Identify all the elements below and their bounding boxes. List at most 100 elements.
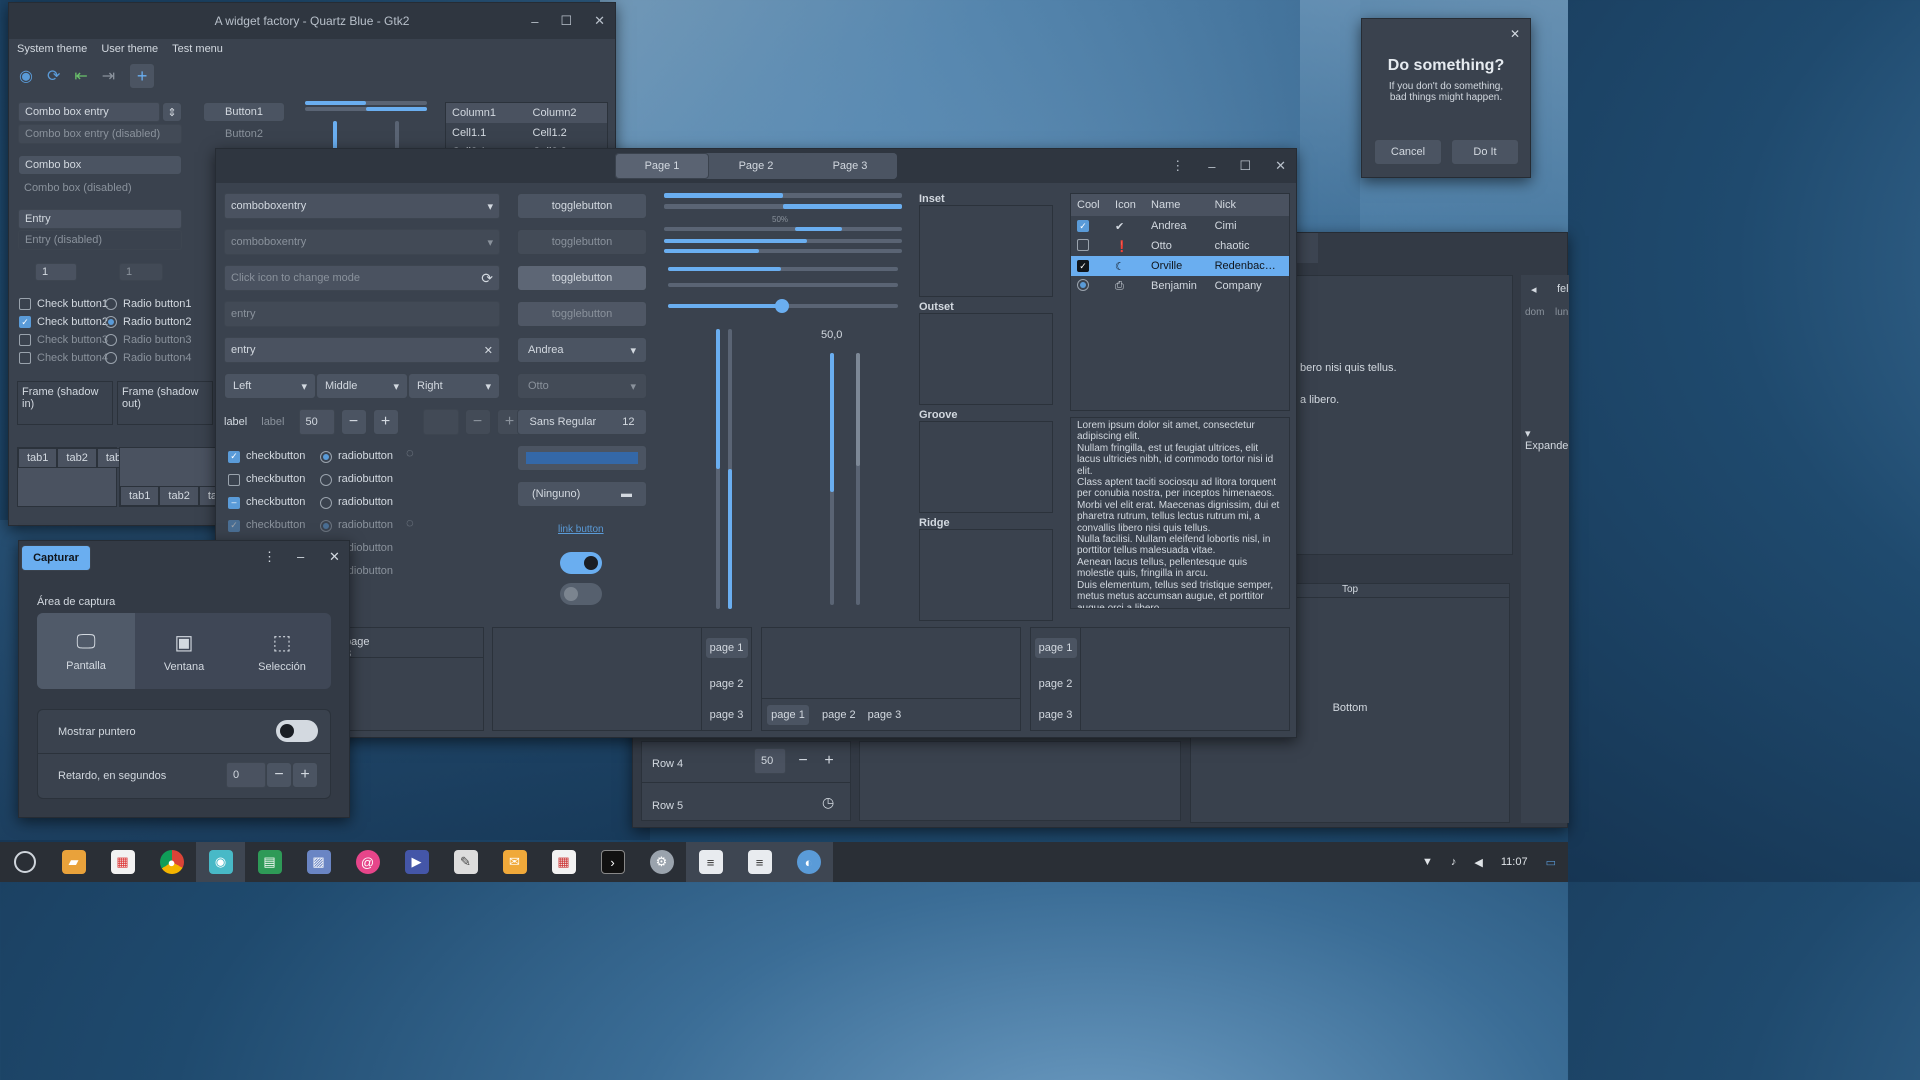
vscale[interactable] — [395, 121, 399, 151]
delay-spin[interactable]: 0 — [226, 762, 266, 788]
radio[interactable] — [105, 298, 117, 310]
combo-box-entry[interactable]: Combo box entry — [18, 102, 160, 122]
spin-button[interactable]: 50 — [298, 409, 335, 435]
close-icon[interactable]: ✕ — [329, 549, 340, 565]
goto-first-icon[interactable]: ⇤ — [74, 66, 87, 86]
pointer-switch[interactable] — [276, 720, 318, 742]
do-it-button[interactable]: Do It — [1451, 139, 1519, 165]
checkbox[interactable] — [228, 473, 240, 486]
hscale[interactable] — [305, 107, 427, 111]
combo-middle[interactable]: Middle — [325, 380, 357, 392]
vscale[interactable] — [728, 329, 732, 609]
checkbox[interactable] — [19, 298, 31, 310]
column-header[interactable]: Nick — [1209, 194, 1289, 216]
wifi-icon[interactable]: ▼ — [1422, 856, 1433, 868]
entry[interactable]: Entry — [18, 209, 182, 229]
switch-on[interactable] — [560, 552, 602, 574]
close-icon[interactable]: ✕ — [594, 13, 605, 29]
page-1-tab[interactable]: Page 1 — [615, 153, 709, 179]
add-icon[interactable]: + — [129, 63, 156, 89]
comboboxentry[interactable]: comboboxentry ▾ — [224, 193, 500, 219]
togglebutton-active[interactable]: togglebutton — [517, 265, 647, 291]
tab-page-1[interactable]: page 1 — [766, 703, 810, 726]
hscale[interactable] — [305, 101, 427, 105]
clear-icon[interactable]: ✕ — [484, 344, 493, 357]
refresh-icon[interactable]: ⟳ — [481, 270, 493, 287]
mode-selection[interactable]: ⬚ Selección — [233, 613, 331, 689]
page-2-tab[interactable]: Page 2 — [709, 153, 803, 179]
mail-icon[interactable]: ✉ — [490, 842, 539, 882]
capture-button[interactable]: Capturar — [21, 545, 91, 571]
calendar-icon[interactable]: ▦ — [539, 842, 588, 882]
spreadsheet-icon[interactable]: ▤ — [245, 842, 294, 882]
table-row[interactable]: ⎙ Benjamin Company — [1071, 276, 1289, 296]
goto-last-icon[interactable]: ⇥ — [102, 66, 115, 86]
vscale[interactable] — [333, 121, 337, 151]
togglebutton[interactable]: togglebutton — [517, 193, 647, 219]
checkbox-checked[interactable]: ✓ — [1077, 260, 1089, 273]
color-button[interactable] — [517, 445, 647, 471]
minimize-icon[interactable]: – — [297, 549, 304, 564]
menu-icon[interactable]: ⋮ — [263, 549, 276, 565]
video-icon[interactable]: ▶ — [392, 842, 441, 882]
tab-page-3[interactable]: page 3 — [1039, 709, 1073, 721]
text-editor-icon[interactable]: ✎ — [441, 842, 490, 882]
combo-box[interactable]: Combo box — [18, 155, 182, 175]
menu-icon[interactable]: ⋮ — [1171, 158, 1184, 174]
cell[interactable]: Cell1.1 — [446, 123, 527, 143]
column-header[interactable]: Column2 — [527, 103, 608, 123]
software-icon[interactable]: ▦ — [98, 842, 147, 882]
button1[interactable]: Button1 — [203, 102, 285, 122]
radio-selected[interactable] — [105, 316, 117, 328]
entry-clear[interactable]: entry ✕ — [224, 337, 500, 363]
spin-arrows-icon[interactable]: ⇕ — [162, 102, 182, 122]
bell-icon[interactable]: ♪ — [1451, 856, 1457, 868]
plus-icon[interactable]: + — [372, 409, 399, 435]
table-row[interactable]: ✓ ✔ Andrea Cimi — [1071, 216, 1289, 236]
menu-user-theme[interactable]: User theme — [101, 43, 158, 55]
tab-2[interactable]: tab2 — [57, 448, 97, 468]
vscale[interactable] — [830, 353, 834, 605]
refresh-icon[interactable]: ⟳ — [47, 66, 60, 86]
checkbox[interactable] — [1077, 238, 1089, 251]
cell[interactable]: Cell1.2 — [527, 123, 608, 143]
display-icon[interactable]: ▭ — [1546, 856, 1556, 869]
close-icon[interactable]: ✕ — [1510, 27, 1520, 41]
tab-page-1[interactable]: page 1 — [1033, 637, 1078, 660]
column-header[interactable]: Name — [1145, 194, 1209, 216]
about-icon[interactable]: ◉ — [19, 66, 33, 86]
scale[interactable] — [668, 267, 898, 271]
text-view[interactable]: Lorem ipsum dolor sit amet, consectetur … — [1070, 417, 1290, 609]
volume-icon[interactable]: ◀ — [1474, 856, 1482, 869]
checkbox-checked[interactable]: ✓ — [1077, 220, 1089, 233]
column-header[interactable]: Column1 — [446, 103, 527, 123]
tab-page-2[interactable]: page 2 — [710, 678, 744, 690]
widget-factory-icon[interactable]: ◐ — [784, 842, 833, 882]
slider-knob[interactable] — [775, 299, 789, 313]
entry-icon[interactable]: Click icon to change mode ⟳ — [224, 265, 500, 291]
radio-selected[interactable] — [1077, 278, 1089, 291]
column-header[interactable]: Cool — [1071, 194, 1109, 216]
window-icon[interactable]: ≡ — [735, 842, 784, 882]
table-row[interactable]: ❗ Otto chaotic — [1071, 236, 1289, 256]
minus-icon[interactable]: − — [340, 409, 367, 435]
table-row-selected[interactable]: ✓ ☾ Orville Redenbac… — [1071, 256, 1289, 276]
minus-icon[interactable]: − — [266, 762, 292, 788]
maximize-icon[interactable]: ☐ — [1239, 158, 1251, 174]
chevron-left-icon[interactable]: ◂ — [1531, 283, 1537, 296]
row4-spin[interactable]: 50 — [754, 748, 786, 774]
checkbox-checked[interactable]: ✓ — [228, 450, 240, 463]
vscale[interactable] — [856, 353, 860, 605]
tab-page-1[interactable]: page 1 — [704, 637, 749, 660]
minus-icon[interactable]: − — [790, 748, 816, 774]
combo-andrea[interactable]: Andrea ▾ — [517, 337, 647, 363]
vscale[interactable] — [716, 329, 720, 609]
tab-page-3[interactable]: page 3 — [868, 709, 902, 721]
menu-system-theme[interactable]: System theme — [17, 43, 87, 55]
close-icon[interactable]: ✕ — [1275, 158, 1286, 174]
launcher-icon[interactable] — [0, 842, 49, 882]
tab-page-2[interactable]: page 2 — [822, 709, 856, 721]
combo-right[interactable]: Right — [417, 380, 443, 392]
tab-page-3[interactable]: page 3 — [710, 709, 744, 721]
minimize-icon[interactable]: – — [531, 14, 538, 29]
